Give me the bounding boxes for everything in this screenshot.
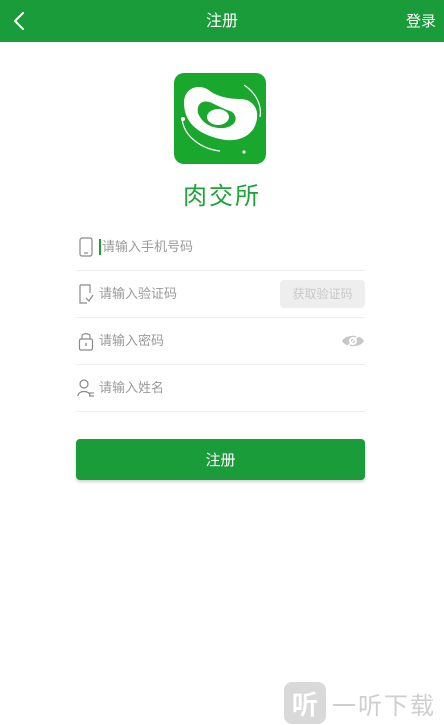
watermark-logo: 听 bbox=[284, 682, 326, 724]
register-form: 获取验证码 bbox=[76, 224, 365, 412]
name-input[interactable] bbox=[99, 373, 365, 403]
phone-row bbox=[76, 224, 365, 271]
phone-input[interactable] bbox=[99, 239, 365, 255]
name-row bbox=[76, 365, 365, 412]
get-code-button[interactable]: 获取验证码 bbox=[280, 280, 365, 308]
user-icon bbox=[76, 377, 96, 399]
brand-name: 肉交所 bbox=[183, 182, 261, 210]
top-bar: 注册 登录 bbox=[0, 0, 444, 42]
register-button[interactable]: 注册 bbox=[76, 439, 365, 480]
password-row bbox=[76, 318, 365, 365]
page-title: 注册 bbox=[205, 11, 238, 30]
login-link[interactable]: 登录 bbox=[406, 0, 436, 42]
lock-icon bbox=[76, 330, 96, 352]
eye-icon[interactable] bbox=[341, 330, 365, 352]
password-input[interactable] bbox=[99, 326, 365, 356]
verify-code-icon bbox=[76, 283, 96, 305]
phone-icon bbox=[76, 236, 96, 258]
app-logo bbox=[174, 73, 266, 164]
watermark-text: 一听下载 bbox=[332, 691, 436, 720]
watermark: 听 一听下载 bbox=[284, 682, 436, 724]
code-row: 获取验证码 bbox=[76, 271, 365, 318]
meat-logo-icon bbox=[181, 84, 261, 154]
